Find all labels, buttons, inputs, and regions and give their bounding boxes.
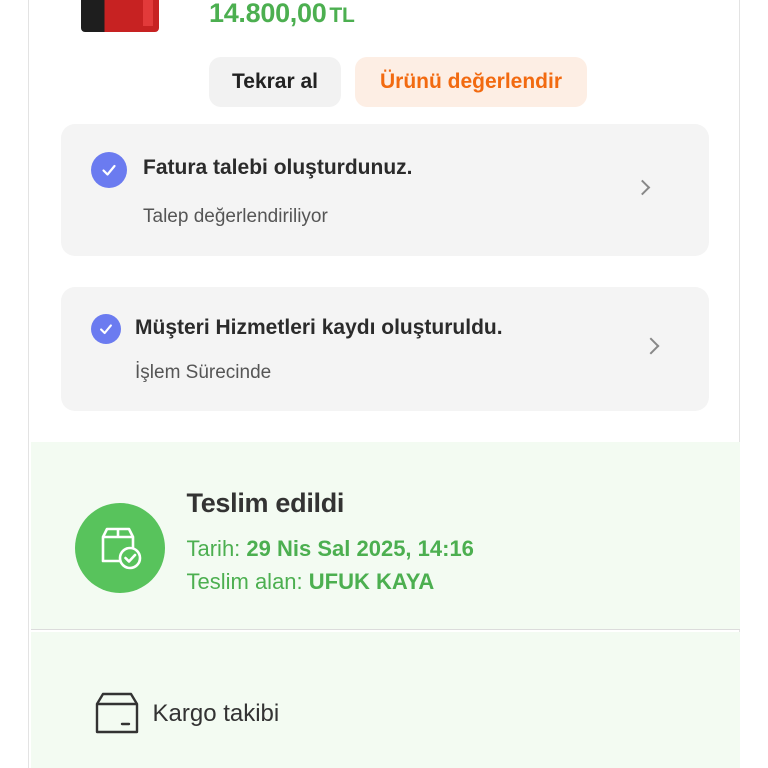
delivery-date: Tarih: 29 Nis Sal 2025, 14:16: [187, 536, 474, 562]
chevron-right-icon: [642, 337, 660, 355]
support-ticket-title: Müşteri Hizmetleri kaydı oluşturuldu.: [135, 316, 503, 339]
check-circle-icon: [91, 152, 127, 188]
delivered-box-icon: [74, 503, 165, 593]
delivery-receiver-label: Teslim alan:: [186, 569, 303, 594]
delivery-status-section: Teslim edildi Tarih: 29 Nis Sal 2025, 14…: [30, 442, 740, 630]
check-circle-icon: [91, 314, 121, 344]
product-thumbnail[interactable]: [81, 0, 159, 32]
chevron-right-icon: [634, 179, 651, 196]
delivery-title: Teslim edildi: [186, 488, 345, 518]
price-amount: 14.800,00: [209, 0, 327, 28]
delivery-date-value: 29 Nis Sal 2025, 14:16: [246, 536, 474, 561]
package-icon: [95, 692, 139, 739]
review-product-button[interactable]: Ürünü değerlendir: [355, 57, 587, 107]
order-detail-panel: 14.800,00 TL Tekrar al Ürünü değerlendir …: [28, 0, 740, 768]
invoice-request-title: Fatura talebi oluşturdunuz.: [143, 156, 413, 179]
cargo-tracking-label: Kargo takibi: [152, 700, 280, 727]
support-ticket-status: İşlem Sürecinde: [135, 362, 272, 383]
invoice-request-card[interactable]: Fatura talebi oluşturdunuz. Talep değerl…: [61, 124, 709, 256]
product-price: 14.800,00 TL: [209, 0, 355, 29]
delivery-receiver-value: UFUK KAYA: [308, 569, 435, 594]
price-currency: TL: [329, 4, 355, 27]
invoice-request-status: Talep değerlendiriliyor: [143, 206, 328, 227]
buy-again-button[interactable]: Tekrar al: [209, 57, 341, 107]
delivery-receiver: Teslim alan: UFUK KAYA: [187, 569, 435, 595]
support-ticket-card[interactable]: Müşteri Hizmetleri kaydı oluşturuldu. İş…: [61, 287, 709, 411]
delivery-date-label: Tarih:: [186, 536, 241, 561]
cargo-tracking-row[interactable]: Kargo takibi: [30, 632, 740, 768]
